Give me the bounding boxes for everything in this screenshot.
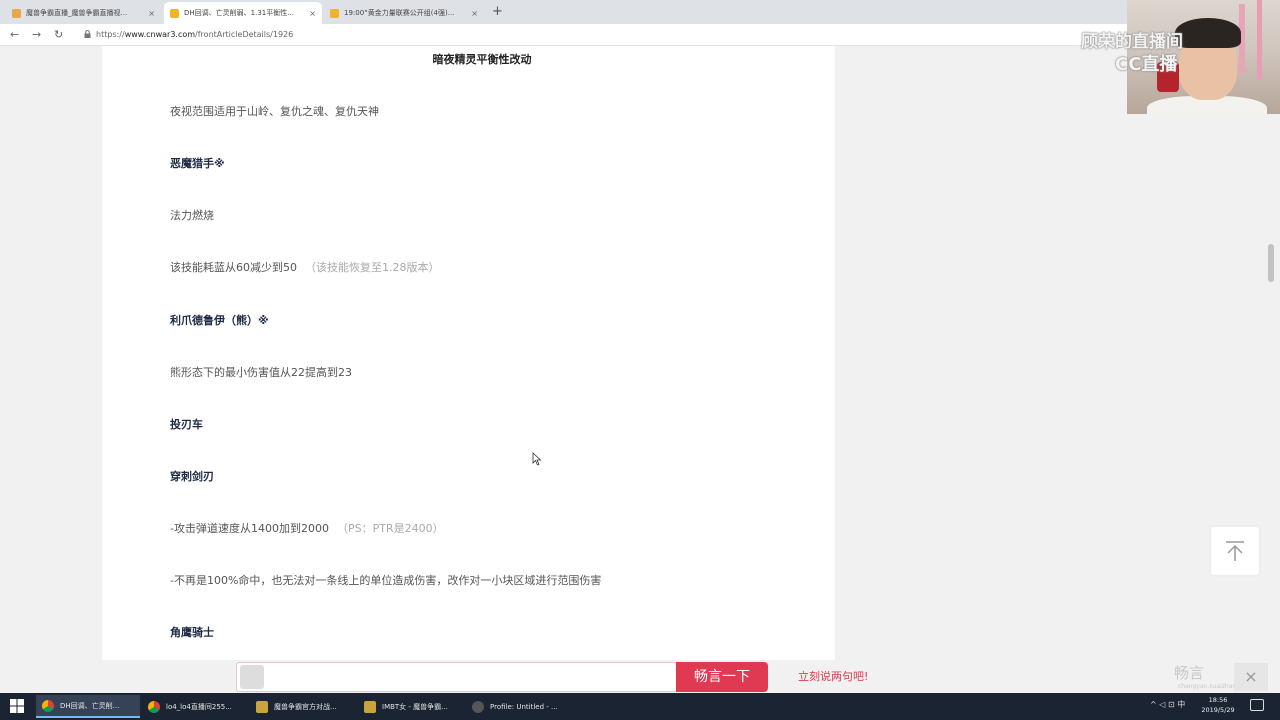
tab-close-icon[interactable]: × [471,9,478,18]
system-tray[interactable]: ^ ◁ ⊡ 中 [1150,699,1185,710]
tab-close-icon[interactable]: × [309,9,316,18]
taskbar-item[interactable]: 魔兽争霸官方对战... [250,695,354,718]
back-button[interactable]: ← [10,27,19,43]
obs-icon [472,700,484,713]
unit-heading: 角鹰骑士 [170,626,214,639]
comment-input[interactable] [236,662,678,692]
tab-title: 魔兽争霸直播_魔兽争霸直播视... [26,9,128,17]
article-note: （PS：PTR是2400） [336,522,444,535]
address-bar[interactable]: https://www.cnwar3.com/frontArticleDetai… [96,28,293,42]
taskbar-item[interactable]: IMBT女 - 魔兽争霸... [358,695,462,718]
taskbar-item[interactable]: Profile: Untitled - ... [466,695,570,718]
browser-tab-1[interactable]: 魔兽争霸直播_魔兽争霸直播视... × [6,2,161,24]
chrome-icon [148,700,160,713]
article-line: 该技能耗蓝从60减少到50 （该技能恢复至1.28版本） [170,261,440,274]
new-tab-button[interactable]: + [492,3,503,21]
tab-favicon-icon [330,8,339,18]
tab-title: DH回调、亡灵削弱、1.31平衡性... [184,9,294,17]
clock-date: 2019/5/29 [1201,706,1235,714]
ability-heading: 穿刺剑刃 [170,470,214,483]
article-line: 法力燃烧 [170,209,214,222]
article-line: -攻击弹道速度从1400加到2000 （PS：PTR是2400） [170,522,444,535]
warcraft-icon [256,700,268,713]
url-scheme: https:// [96,30,125,39]
url-path: /frontArticleDetails/1926 [195,30,294,39]
watermark-room: 顾荣的直播间 [1081,32,1183,52]
comment-close-button[interactable]: × [1234,663,1268,691]
comment-prompt[interactable]: 立刻说两句吧! [798,669,868,685]
warcraft-icon [364,700,376,713]
clock-time: 18:56 [1208,696,1228,704]
tab-favicon-icon [12,8,21,18]
tab-close-icon[interactable]: × [148,9,155,18]
scrollbar-thumb[interactable] [1268,244,1274,282]
reload-button[interactable]: ↻ [54,27,63,43]
tab-favicon-icon [170,8,179,18]
unit-heading: 恶魔猎手※ [170,157,225,170]
browser-tab-2[interactable]: DH回调、亡灵削弱、1.31平衡性... × [164,2,322,24]
changyan-logo: 畅言 [1174,664,1205,682]
taskbar-clock[interactable]: 18:56 2019/5/29 [1198,695,1238,715]
tab-title: 19:00”黄金力量联赛公开组(4强)... [344,9,455,17]
chrome-icon [42,699,54,712]
article-line: 熊形态下的最小伤害值从22提高到23 [170,366,352,379]
unit-heading: 利爪德鲁伊（熊）※ [170,314,269,327]
mouse-cursor-icon [532,452,542,466]
article-content: 暗夜精灵平衡性改动 夜视范围适用于山岭、复仇之魂、复仇天神 恶魔猎手※ 法力燃烧… [102,46,835,660]
unit-heading: 投刃车 [170,418,203,431]
windows-start-icon[interactable] [10,699,24,713]
back-to-top-button[interactable] [1211,527,1259,575]
url-host: www.cnwar3.com [124,30,196,39]
browser-tab-3[interactable]: 19:00”黄金力量联赛公开组(4强)... × [324,2,484,24]
lock-icon [84,30,91,38]
stream-watermark: 顾荣的直播间 CC直播 [1081,27,1241,75]
section-title: 暗夜精灵平衡性改动 [432,53,532,66]
taskbar-item[interactable]: DH回调、亡灵削... [36,695,140,718]
taskbar-item[interactable]: lo4_lo4直播间255... [142,695,246,718]
watermark-platform: CC直播 [1115,54,1178,75]
notification-icon[interactable] [1250,699,1264,711]
article-line: -不再是100%命中，也无法对一条线上的单位造成伤害，改作对一小块区域进行范围伤… [170,574,602,587]
page-scrollbar[interactable] [1266,46,1276,660]
article-note: （该技能恢复至1.28版本） [305,261,440,274]
article-line: 夜视范围适用于山岭、复仇之魂、复仇天神 [170,105,379,118]
arrow-up-icon [1226,541,1244,561]
forward-button[interactable]: → [32,27,41,43]
comment-submit-button[interactable]: 畅言一下 [676,662,768,692]
avatar [240,665,264,689]
